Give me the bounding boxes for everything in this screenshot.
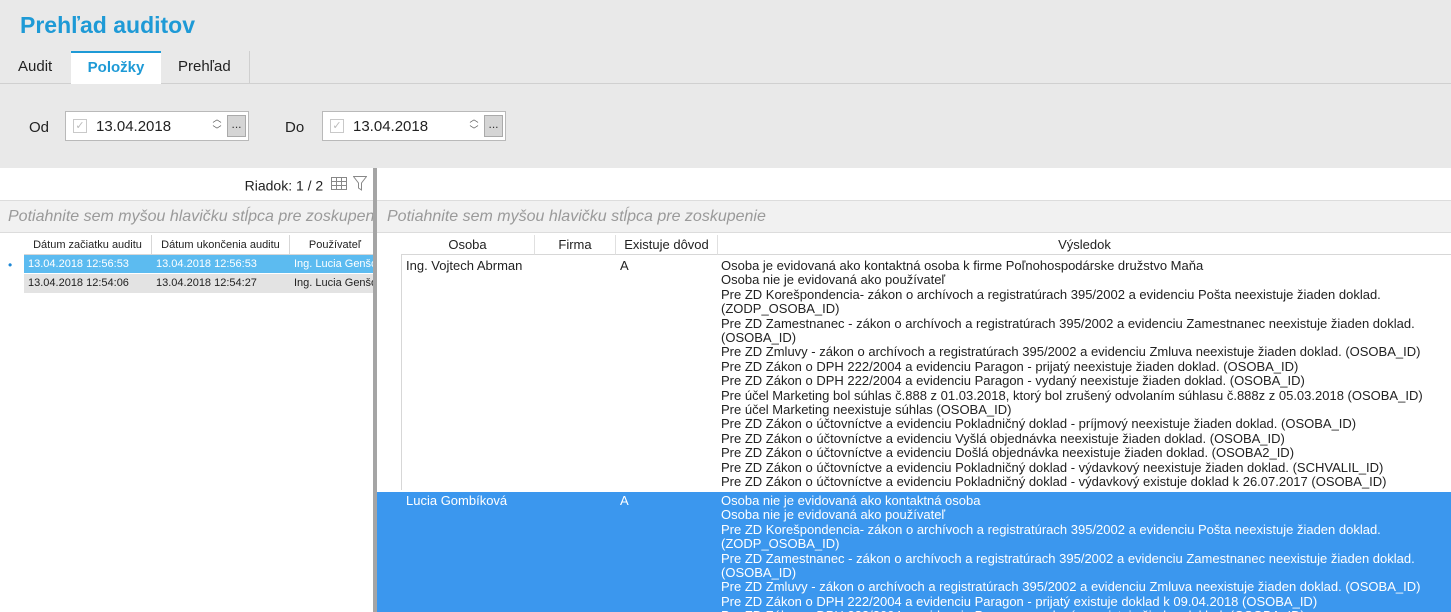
result-line: Pre ZD Zmluvy - zákon o archívoch a regi…: [721, 344, 1421, 360]
column-header-start[interactable]: Dátum začiatku auditu: [24, 235, 152, 255]
column-header-end[interactable]: Dátum ukončenia auditu: [152, 235, 290, 255]
result-line: (ZODP_OSOBA_ID): [721, 536, 840, 552]
column-header-vysledok[interactable]: Výsledok: [718, 235, 1451, 255]
cell-start: 13.04.2018 12:56:53: [28, 258, 129, 270]
row-indicator-icon: •: [8, 258, 13, 272]
cell-osoba: Ing. Vojtech Abrman: [406, 259, 523, 273]
result-line: (OSOBA_ID): [721, 565, 797, 581]
tab-audit[interactable]: Audit: [6, 51, 64, 83]
cell-existuje-dovod: A: [620, 259, 629, 273]
column-header-existuje-dovod[interactable]: Existuje dôvod: [616, 235, 718, 255]
cell-user: Ing. Lucia Genšorová: [294, 258, 373, 270]
table-row[interactable]: Ing. Vojtech Abrman A Osoba je evidovaná…: [401, 256, 1451, 490]
result-line: Pre ZD Zákon o účtovníctve a evidenciu D…: [721, 445, 1295, 461]
row-info: Riadok: 1 / 2: [244, 176, 368, 194]
od-date-picker[interactable]: ✓ 13.04.2018 ︿ ﹀ ...: [65, 111, 249, 141]
tab-bar: Audit Položky Prehľad: [0, 51, 1451, 84]
spinner-up-icon[interactable]: ︿: [210, 114, 224, 125]
column-header-user[interactable]: Používateľ: [290, 235, 373, 255]
cell-vysledok: Osoba nie je evidovaná ako kontaktná oso…: [721, 494, 1451, 612]
result-line: Pre ZD Zákon o účtovníctve a evidenciu P…: [721, 474, 1387, 490]
left-group-by-area[interactable]: Potiahnite sem myšou hlavičku stĺpca pre…: [0, 200, 373, 233]
table-row[interactable]: 13.04.2018 12:54:06 13.04.2018 12:54:27 …: [24, 274, 373, 293]
result-line: Pre ZD Zákon o DPH 222/2004 a evidenciu …: [721, 373, 1305, 389]
spinner-up-icon[interactable]: ︿: [467, 114, 481, 125]
cell-start: 13.04.2018 12:54:06: [28, 277, 129, 289]
cell-osoba: Lucia Gombíková: [406, 494, 508, 508]
od-calendar-button[interactable]: ...: [227, 115, 246, 137]
result-line: Pre ZD Korešpondencia- zákon o archívoch…: [721, 286, 1381, 302]
checkbox-icon[interactable]: ✓: [330, 119, 344, 133]
result-line: Pre účel Marketing neexistuje súhlas (OS…: [721, 402, 1012, 418]
result-line: Pre ZD Zákon o DPH 222/2004 a evidenciu …: [721, 593, 1318, 609]
result-line: Pre ZD Zákon o účtovníctve a evidenciu P…: [721, 416, 1357, 432]
result-line: Pre ZD Zamestnanec - zákon o archívoch a…: [721, 550, 1415, 566]
filter-icon[interactable]: [351, 176, 368, 194]
do-label: Do: [285, 119, 305, 136]
spinner-down-icon[interactable]: ﹀: [467, 125, 481, 136]
table-row[interactable]: Lucia Gombíková A Osoba nie je evidovaná…: [377, 492, 1451, 612]
header-panel: Prehľad auditov Audit Položky Prehľad Od…: [0, 0, 1451, 168]
result-line: Pre ZD Zákon o DPH 222/2004 a evidenciu …: [721, 358, 1299, 374]
result-line: Pre ZD Zmluvy - zákon o archívoch a regi…: [721, 579, 1421, 595]
row-counter: Riadok: 1 / 2: [244, 177, 324, 194]
column-header-firma[interactable]: Firma: [535, 235, 616, 255]
right-group-by-area[interactable]: Potiahnite sem myšou hlavičku stĺpca pre…: [377, 200, 1451, 233]
od-date-value[interactable]: 13.04.2018: [96, 118, 171, 135]
tab-polozky[interactable]: Položky: [71, 51, 161, 84]
audit-detail-pane: Potiahnite sem myšou hlavičku stĺpca pre…: [377, 168, 1451, 612]
result-line: Pre ZD Zákon o účtovníctve a evidenciu P…: [721, 459, 1384, 475]
checkbox-icon[interactable]: ✓: [73, 119, 87, 133]
audit-list-pane: Riadok: 1 / 2 Potiahnite sem myšou hlavi…: [0, 168, 373, 612]
result-line: Osoba je evidovaná ako kontaktná osoba k…: [721, 259, 1204, 273]
result-line: Osoba nie je evidovaná ako používateľ: [721, 272, 946, 288]
spinner-down-icon[interactable]: ﹀: [210, 125, 224, 136]
cell-end: 13.04.2018 12:54:27: [156, 277, 257, 289]
cell-vysledok: Osoba je evidovaná ako kontaktná osoba k…: [721, 259, 1451, 490]
result-line: Pre ZD Zamestnanec - zákon o archívoch a…: [721, 315, 1415, 331]
result-line: Osoba nie je evidovaná ako kontaktná oso…: [721, 494, 981, 508]
date-spinner[interactable]: ︿ ﹀: [467, 114, 481, 138]
result-line: Pre ZD Zákon o účtovníctve a evidenciu V…: [721, 430, 1285, 446]
do-date-value[interactable]: 13.04.2018: [353, 118, 428, 135]
page-title: Prehľad auditov: [20, 12, 196, 38]
result-line: Pre účel Marketing bol súhlas č.888 z 01…: [721, 387, 1423, 403]
column-header-osoba[interactable]: Osoba: [401, 235, 535, 255]
result-line: (ZODP_OSOBA_ID): [721, 301, 840, 317]
od-label: Od: [29, 119, 50, 136]
cell-user: Ing. Lucia Genšorová: [294, 277, 373, 289]
table-row[interactable]: 13.04.2018 12:56:53 13.04.2018 12:56:53 …: [24, 255, 373, 273]
result-line: Pre ZD Korešpondencia- zákon o archívoch…: [721, 521, 1381, 537]
grid-columns-icon[interactable]: [327, 177, 351, 193]
cell-existuje-dovod: A: [620, 494, 629, 508]
result-line: (OSOBA_ID): [721, 330, 797, 346]
result-line: Osoba nie je evidovaná ako používateľ: [721, 507, 946, 523]
do-calendar-button[interactable]: ...: [484, 115, 503, 137]
tab-prehlad[interactable]: Prehľad: [166, 51, 250, 83]
do-date-picker[interactable]: ✓ 13.04.2018 ︿ ﹀ ...: [322, 111, 506, 141]
cell-end: 13.04.2018 12:56:53: [156, 258, 257, 270]
date-spinner[interactable]: ︿ ﹀: [210, 114, 224, 138]
